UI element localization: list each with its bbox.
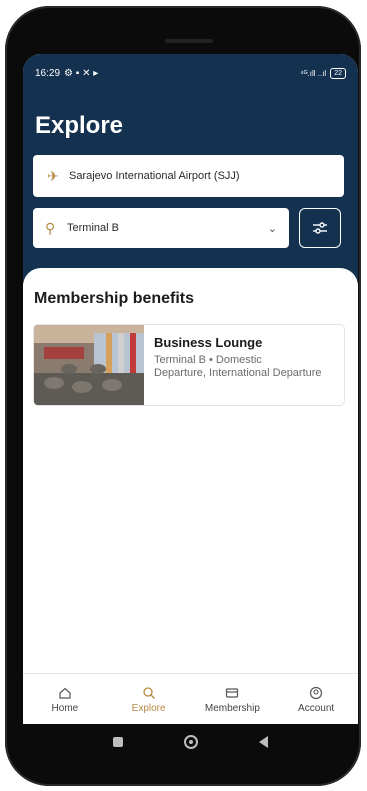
lounge-thumbnail: [34, 325, 144, 405]
tab-explore[interactable]: Explore: [107, 674, 191, 724]
battery-icon: 22: [330, 67, 346, 79]
lounge-name: Business Lounge: [154, 335, 263, 350]
terminal-select[interactable]: ⚲ Terminal B ⌄: [33, 208, 289, 248]
tab-membership-label: Membership: [204, 702, 260, 714]
app-screen: 16:29 ⚙ ▪ ✕ ▸ ⁴ᴳ.ıll ..ıl 22 Explore ✈ S…: [23, 54, 358, 724]
tab-explore-label: Explore: [131, 702, 166, 714]
section-title: Membership benefits: [34, 290, 195, 307]
tab-membership[interactable]: Membership: [191, 674, 275, 724]
recents-icon[interactable]: [113, 737, 124, 747]
chevron-down-icon: ⌄: [267, 222, 277, 235]
home-icon: [59, 687, 71, 699]
filter-button[interactable]: [299, 208, 341, 248]
bottom-tab-bar: Home Explore Membership Account: [23, 673, 358, 724]
account-icon: [310, 686, 323, 699]
airport-icon: ✈: [47, 168, 59, 184]
sliders-icon: [313, 222, 327, 234]
lounge-card[interactable]: Business Lounge Terminal B • Domestic De…: [33, 324, 345, 406]
explore-header: 16:29 ⚙ ▪ ✕ ▸ ⁴ᴳ.ıll ..ıl 22 Explore ✈ S…: [23, 54, 358, 284]
tab-account-label: Account: [298, 702, 335, 714]
status-bar: 16:29 ⚙ ▪ ✕ ▸ ⁴ᴳ.ıll ..ıl 22: [35, 65, 346, 81]
airport-search-field[interactable]: ✈ Sarajevo International Airport (SJJ): [33, 155, 344, 197]
back-icon[interactable]: [258, 736, 268, 748]
airport-search-value: Sarajevo International Airport (SJJ): [69, 170, 240, 182]
system-nav-bar: [23, 724, 358, 760]
tab-account[interactable]: Account: [274, 674, 358, 724]
signal-icon: ⁴ᴳ.ıll ..ıl: [300, 68, 327, 78]
content-panel: Membership benefits Business Lounge Term: [23, 268, 358, 724]
terminal-select-value: Terminal B: [67, 222, 119, 234]
card-icon: [226, 687, 239, 698]
status-time: 16:29: [35, 67, 61, 79]
lounge-location-line1: Terminal B • Domestic: [154, 354, 262, 366]
tab-home-label: Home: [51, 702, 79, 714]
phone-speaker: [165, 39, 213, 43]
terminal-icon: ⚲: [45, 220, 56, 236]
lounge-location-line2: Departure, International Departure: [154, 367, 322, 379]
status-notification-icons: ⚙ ▪ ✕ ▸: [64, 67, 99, 79]
tab-home[interactable]: Home: [23, 674, 107, 724]
search-icon: [142, 686, 155, 699]
home-button-icon[interactable]: [183, 735, 198, 749]
page-title: Explore: [35, 112, 124, 139]
